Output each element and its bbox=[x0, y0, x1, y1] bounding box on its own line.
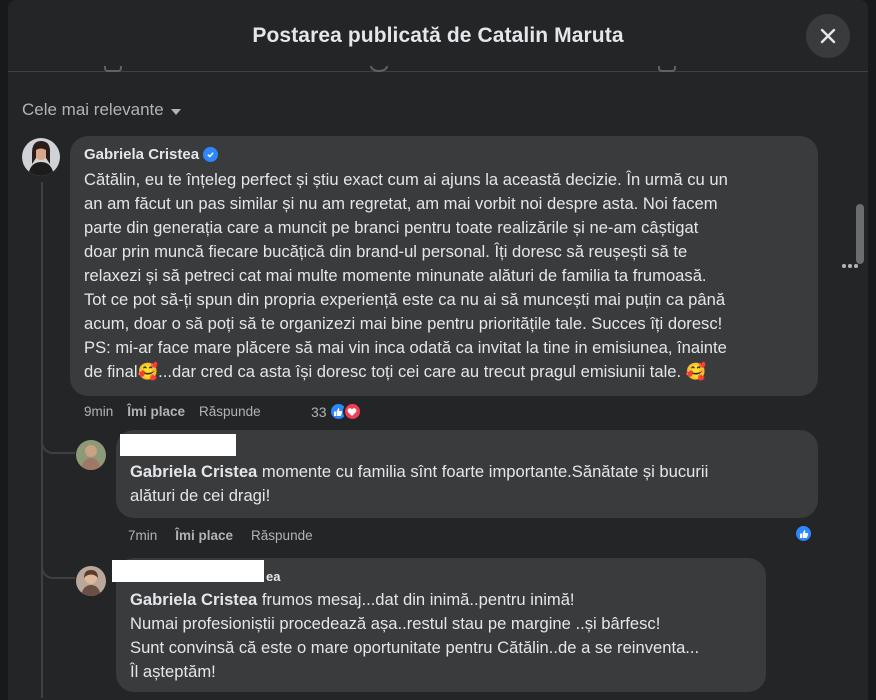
comment-bubble: Gabriela Cristea Cătălin, eu te înțeleg … bbox=[70, 136, 818, 396]
thread-connector bbox=[41, 420, 75, 454]
more-options-icon bbox=[842, 264, 846, 268]
sort-dropdown[interactable]: Cele mai relevante bbox=[22, 100, 181, 120]
reply-line: Sunt convinsă că este o mare oportunitat… bbox=[130, 638, 700, 657]
comment-text: Cătălin, eu te înțeleg perfect și știu e… bbox=[84, 168, 804, 384]
avatar[interactable] bbox=[76, 440, 106, 470]
reply-time[interactable]: 7min bbox=[128, 528, 157, 543]
reaction-count: 33 bbox=[311, 403, 327, 420]
close-button[interactable] bbox=[806, 14, 850, 58]
profile-photo bbox=[76, 440, 106, 470]
profile-photo bbox=[22, 138, 60, 176]
comment-time[interactable]: 9min bbox=[84, 404, 113, 419]
reply-actions: 7min Îmi place Răspunde bbox=[128, 528, 313, 543]
reply-line: Îl așteptăm! bbox=[130, 662, 216, 681]
redacted-author-name bbox=[120, 434, 236, 456]
love-reaction-icon bbox=[342, 402, 362, 421]
comment-line: parte din generația care a muncit pe bra… bbox=[84, 218, 699, 237]
reply-line: alături de cei dragi! bbox=[130, 486, 271, 505]
like-button[interactable]: Îmi place bbox=[127, 404, 185, 419]
reply-button[interactable]: Răspunde bbox=[251, 528, 313, 543]
close-icon bbox=[820, 28, 836, 44]
comment-line: doar prin muncă fiecare bucățică din bra… bbox=[84, 242, 688, 261]
comment-actions: 9min Îmi place Răspunde bbox=[84, 404, 261, 419]
reply-reaction-summary[interactable] bbox=[794, 524, 813, 543]
comment-line: de final🥰...dar cred ca asta își doresc … bbox=[84, 362, 707, 381]
caret-down-icon bbox=[170, 108, 181, 115]
like-reaction-icon bbox=[794, 524, 813, 543]
modal-header: Postarea publicată de Catalin Maruta bbox=[8, 0, 868, 72]
reply-line: Numai profesioniștii procedează așa..res… bbox=[130, 614, 661, 633]
comment-action-icon bbox=[370, 66, 388, 72]
comment-line: acum, doar o să poți să te organizezi ma… bbox=[84, 314, 723, 333]
reply-text: Gabriela Cristea frumos mesaj...dat din … bbox=[130, 588, 752, 684]
reply-button[interactable]: Răspunde bbox=[199, 404, 261, 419]
like-action-icon bbox=[104, 66, 122, 72]
avatar[interactable] bbox=[22, 138, 60, 176]
verified-badge-icon bbox=[203, 147, 219, 162]
modal-title: Postarea publicată de Catalin Maruta bbox=[252, 23, 624, 47]
reply-line: frumos mesaj...dat din inimă..pentru ini… bbox=[257, 590, 575, 609]
avatar[interactable] bbox=[76, 566, 106, 596]
reply-line: momente cu familia sînt foarte important… bbox=[257, 462, 709, 481]
post-modal: Postarea publicată de Catalin Maruta Cel… bbox=[8, 0, 868, 700]
comment-author[interactable]: Gabriela Cristea bbox=[84, 146, 199, 163]
comment-line: an am făcut un pas similar și nu am regr… bbox=[84, 194, 718, 213]
share-action-icon bbox=[658, 66, 676, 72]
profile-photo bbox=[76, 566, 106, 596]
like-button[interactable]: Îmi place bbox=[175, 528, 233, 543]
sort-label: Cele mai relevante bbox=[22, 100, 164, 119]
reaction-summary[interactable]: 33 bbox=[311, 402, 362, 421]
comment-line: relaxezi și să petreci cat mai multe mom… bbox=[84, 266, 707, 285]
comment-line: PS: mi-ar face mare plăcere să mai vin i… bbox=[84, 338, 727, 357]
comment-line: Tot ce pot să-ți spun din propria experi… bbox=[84, 290, 726, 309]
scrollbar-thumb[interactable] bbox=[856, 204, 864, 264]
mention-link[interactable]: Gabriela Cristea bbox=[130, 462, 257, 481]
mention-link[interactable]: Gabriela Cristea bbox=[130, 590, 257, 609]
reply-author-suffix[interactable]: ea bbox=[266, 569, 280, 584]
comment-line: Cătălin, eu te înțeleg perfect și știu e… bbox=[84, 170, 728, 189]
thread-connector bbox=[41, 545, 75, 579]
action-bar-peek bbox=[8, 66, 868, 76]
redacted-author-name bbox=[112, 560, 264, 582]
reply-text: Gabriela Cristea momente cu familia sînt… bbox=[130, 460, 804, 508]
